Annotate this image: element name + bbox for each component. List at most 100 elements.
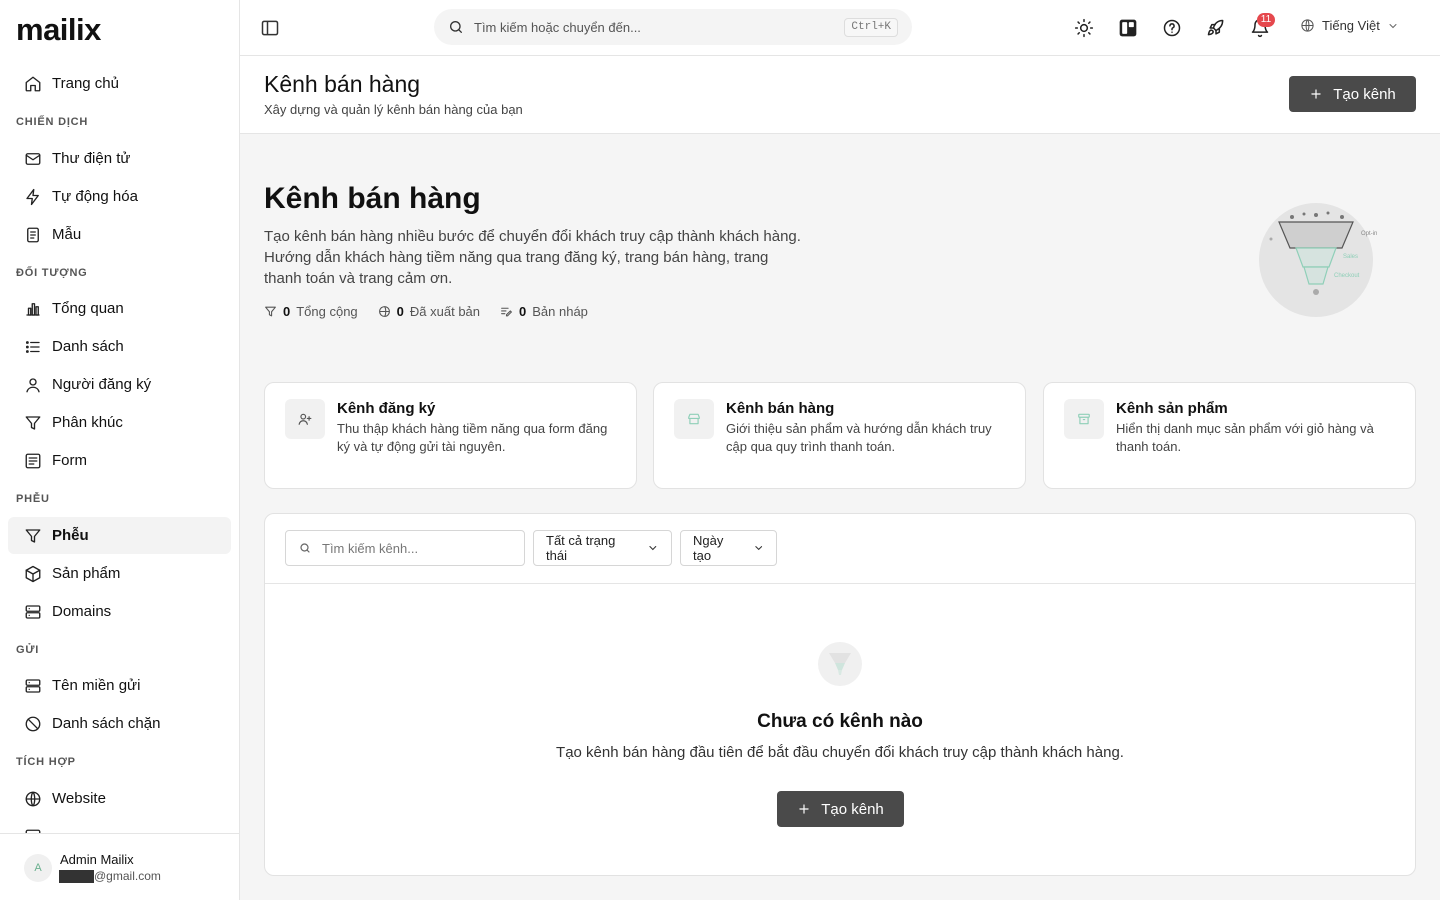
funnel-stats: 0 Tổng cộng 0 Đã xuất bản 0 Bản nháp (264, 304, 588, 319)
card-optin-funnel[interactable]: Kênh đăng ký Thu thập khách hàng tiềm nă… (264, 382, 637, 489)
theme-toggle-button[interactable] (1070, 14, 1098, 42)
stat-published-value: 0 (396, 304, 404, 319)
sidebar-item-overview[interactable]: Tổng quan (8, 290, 231, 327)
page-subtitle: Xây dựng và quản lý kênh bán hàng của bạ… (264, 102, 523, 117)
sidebar-item-label: Thư điện tử (52, 150, 131, 167)
search-input[interactable] (474, 9, 834, 45)
sidebar-item-email[interactable]: Thư điện tử (8, 140, 231, 177)
sidebar-item-sending-domains[interactable]: Tên miền gửi (8, 667, 231, 704)
stat-total: 0 Tổng cộng (264, 304, 358, 319)
global-search[interactable]: Ctrl+K (434, 9, 912, 45)
help-button[interactable] (1158, 14, 1186, 42)
sidebar-item-subscribers[interactable]: Người đăng ký (8, 366, 231, 403)
search-icon (450, 21, 462, 33)
sidebar-item-domains[interactable]: Domains (8, 593, 231, 630)
status-filter-select[interactable]: Tất cả trạng thái (533, 530, 672, 566)
form-icon (25, 453, 41, 468)
sidebar-item-segments[interactable]: Phân khúc (8, 404, 231, 441)
card-title: Kênh sản phẩm (1116, 400, 1228, 417)
server-icon (25, 604, 41, 619)
funnel-illustration: Opt-in Sales Checkout (1258, 202, 1377, 318)
sidebar-item-label: Phễu (52, 527, 89, 544)
sort-select[interactable]: Ngày tạo (680, 530, 777, 566)
language-select[interactable]: Tiếng Việt (1300, 18, 1399, 33)
main-content: Kênh bán hàng Tạo kênh bán hàng nhiều bư… (240, 134, 1440, 900)
card-title: Kênh đăng ký (337, 400, 436, 417)
empty-create-funnel-label: Tạo kênh (821, 800, 884, 818)
empty-state-title: Chưa có kênh nào (757, 711, 923, 732)
user-email-suffix: @gmail.com (94, 869, 161, 883)
user-plus-icon (298, 413, 312, 425)
sidebar-nav[interactable]: Trang chủ CHIẾN DỊCH Thư điện tử Tự động… (0, 64, 239, 833)
sidebar-item-blocklist[interactable]: Danh sách chặn (8, 705, 231, 742)
funnel-icon (829, 653, 851, 675)
language-label: Tiếng Việt (1322, 18, 1380, 33)
sidebar-item-label: Tự động hóa (52, 188, 138, 205)
store-icon (688, 413, 700, 425)
sidebar-toggle-icon (261, 20, 279, 36)
stat-total-value: 0 (283, 304, 291, 319)
sidebar: mailix Trang chủ CHIẾN DỊCH Thư điện tử … (0, 0, 240, 900)
sidebar-item-products[interactable]: Sản phẩm (8, 555, 231, 592)
help-icon (1163, 19, 1181, 37)
user-icon (26, 377, 40, 392)
chevron-down-icon (1389, 23, 1397, 28)
search-icon (300, 543, 310, 553)
sidebar-toggle-button[interactable] (256, 14, 284, 42)
sidebar-item-label: Danh sách chặn (52, 715, 161, 732)
plus-icon (799, 804, 809, 814)
lightning-icon (26, 188, 39, 205)
sidebar-item-label: Domains (52, 603, 112, 620)
rocket-icon (1207, 19, 1224, 36)
sidebar-item-label: Người đăng ký (52, 376, 152, 393)
card-description: Giới thiệu sản phẩm và hướng dẫn khách t… (726, 421, 992, 454)
globe-icon (1301, 19, 1314, 32)
chevron-down-icon (754, 546, 762, 551)
sort-value: Ngày tạo (693, 533, 724, 563)
funnel-list-panel: Tất cả trạng thái Ngày tạo Chưa có kênh … (264, 513, 1416, 876)
sidebar-item-home[interactable]: Trang chủ (8, 65, 231, 102)
card-title: Kênh bán hàng (726, 400, 835, 417)
sidebar-item-label: Tổng quan (52, 300, 124, 317)
sidebar-item-website[interactable]: Website (8, 780, 231, 817)
stat-published-label: Đã xuất bản (409, 304, 481, 319)
funnel-search-input[interactable] (322, 531, 512, 565)
user-email: @gmail.com (59, 869, 161, 883)
document-icon (27, 227, 39, 242)
stat-published: 0 Đã xuất bản (378, 304, 480, 319)
stat-draft-label: Bản nháp (532, 304, 588, 319)
user-profile[interactable]: A Admin Mailix @gmail.com (0, 833, 239, 900)
sidebar-item-automation[interactable]: Tự động hóa (8, 178, 231, 215)
sidebar-item-label: Phân khúc (52, 414, 123, 431)
layout-button[interactable] (1114, 14, 1142, 42)
plus-icon (1311, 89, 1321, 99)
sidebar-item-funnels[interactable]: Phễu (8, 517, 231, 554)
bar-chart-icon (26, 302, 40, 316)
mail-icon (25, 152, 41, 165)
section-campaigns: CHIẾN DỊCH (16, 116, 89, 128)
funnel-search[interactable] (285, 530, 525, 566)
sidebar-item-lists[interactable]: Danh sách (8, 328, 231, 365)
app-logo[interactable]: mailix (16, 12, 101, 48)
card-sales-funnel[interactable]: Kênh bán hàng Giới thiệu sản phẩm và hướ… (653, 382, 1026, 489)
section-sending: GỬI (16, 644, 40, 656)
redacted-block (59, 869, 94, 883)
empty-create-funnel-button[interactable]: Tạo kênh (777, 791, 904, 827)
topbar: Ctrl+K 11 Tiếng Việt (240, 0, 1440, 56)
card-icon-wrap (1064, 399, 1104, 439)
create-funnel-button[interactable]: Tạo kênh (1289, 76, 1416, 112)
hero-description: Tạo kênh bán hàng nhiều bước để chuyển đ… (264, 228, 801, 287)
stat-total-label: Tổng cộng (296, 304, 358, 319)
sidebar-item-templates[interactable]: Mẫu (8, 216, 231, 253)
sidebar-item-partial[interactable] (8, 818, 231, 833)
card-product-funnel[interactable]: Kênh sản phẩm Hiển thị danh mục sản phẩm… (1043, 382, 1416, 489)
package-icon (25, 565, 41, 582)
launch-button[interactable] (1202, 14, 1230, 42)
archive-icon (1078, 413, 1090, 425)
sidebar-item-label: Tên miền gửi (52, 677, 141, 694)
status-filter-value: Tất cả trạng thái (546, 533, 616, 563)
hero-title: Kênh bán hàng (264, 182, 481, 215)
sidebar-item-forms[interactable]: Form (8, 442, 231, 479)
section-funnels: PHỄU (16, 493, 50, 505)
avatar: A (24, 854, 52, 882)
